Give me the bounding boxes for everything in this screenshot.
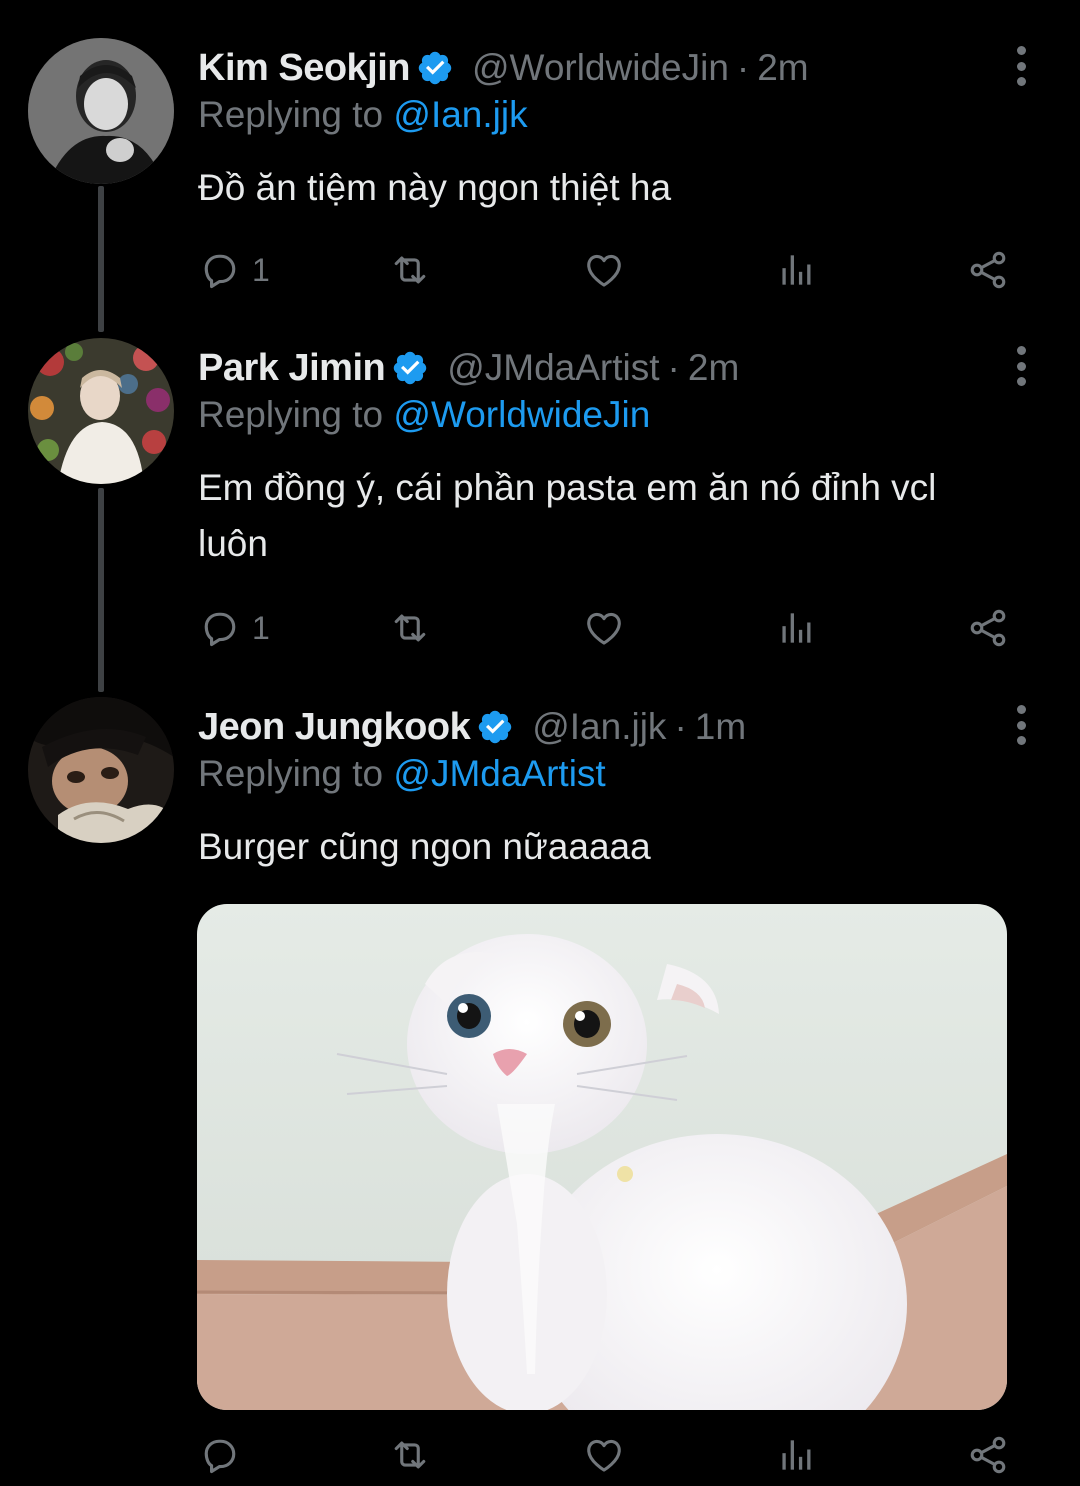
- share-icon: [966, 1433, 1010, 1477]
- tweet-text: Burger cũng ngon nữaaaaa: [198, 826, 651, 867]
- display-name[interactable]: Park Jimin: [198, 347, 386, 390]
- share-icon: [966, 606, 1010, 650]
- like-icon: [582, 606, 626, 650]
- avatar[interactable]: [28, 38, 174, 184]
- retweet-icon: [388, 1433, 432, 1477]
- action-bar: 1: [198, 604, 1018, 652]
- like-button[interactable]: [582, 1431, 626, 1479]
- timestamp[interactable]: 2m: [757, 47, 808, 89]
- retweet-button[interactable]: [388, 1431, 432, 1479]
- tweet-kim-seokjin[interactable]: Kim Seokjin @WorldwideJin · 2m Replying …: [0, 38, 1080, 318]
- replying-to-label: Replying to: [198, 394, 384, 435]
- views-icon: [774, 1433, 818, 1477]
- replying-to-mention[interactable]: @JMdaArtist: [393, 753, 605, 794]
- replying-to-mention[interactable]: @WorldwideJin: [393, 394, 650, 435]
- like-button[interactable]: [582, 604, 626, 652]
- replying-to-label: Replying to: [198, 94, 384, 135]
- reply-count: 1: [252, 251, 270, 288]
- separator-dot: ·: [667, 347, 680, 388]
- views-icon: [774, 606, 818, 650]
- share-icon: [966, 248, 1010, 292]
- replying-to-line: Replying to @JMdaArtist: [198, 753, 606, 795]
- tweet-text: Đồ ăn tiệm này ngon thiệt ha: [198, 167, 672, 208]
- reply-icon: [198, 248, 242, 292]
- user-handle[interactable]: @JMdaArtist: [447, 347, 659, 389]
- reply-button[interactable]: [198, 1431, 252, 1479]
- user-handle[interactable]: @Ian.jjk: [532, 706, 666, 748]
- display-name[interactable]: Jeon Jungkook: [198, 706, 471, 749]
- user-handle[interactable]: @WorldwideJin: [472, 47, 729, 89]
- timestamp[interactable]: 2m: [688, 347, 739, 389]
- display-name[interactable]: Kim Seokjin: [198, 47, 411, 90]
- views-button[interactable]: [774, 604, 818, 652]
- reply-count: 1: [252, 609, 270, 646]
- action-bar: 1: [198, 246, 1018, 294]
- tweet-park-jimin[interactable]: Park Jimin @JMdaArtist · 2m Replying to …: [0, 338, 1080, 668]
- views-button[interactable]: [774, 1431, 818, 1479]
- share-button[interactable]: [966, 604, 1010, 652]
- retweet-button[interactable]: [388, 246, 432, 294]
- retweet-button[interactable]: [388, 604, 432, 652]
- tweet-text: Em đồng ý, cái phần pasta em ăn nó đỉnh …: [198, 467, 937, 564]
- verified-icon: [476, 708, 514, 746]
- retweet-icon: [388, 606, 432, 650]
- retweet-icon: [388, 248, 432, 292]
- white-cat-photo: [197, 904, 1007, 1410]
- avatar[interactable]: [28, 697, 174, 843]
- tweet-media-image[interactable]: [197, 904, 1007, 1410]
- views-button[interactable]: [774, 246, 818, 294]
- verified-icon: [391, 349, 429, 387]
- verified-icon: [416, 49, 454, 87]
- replying-to-line: Replying to @Ian.jjk: [198, 94, 528, 136]
- action-bar: [198, 1431, 1018, 1479]
- timestamp[interactable]: 1m: [695, 706, 746, 748]
- more-icon[interactable]: [1006, 346, 1036, 386]
- share-button[interactable]: [966, 1431, 1010, 1479]
- views-icon: [774, 248, 818, 292]
- replying-to-label: Replying to: [198, 753, 384, 794]
- reply-button[interactable]: 1: [198, 246, 270, 294]
- avatar[interactable]: [28, 338, 174, 484]
- reply-button[interactable]: 1: [198, 604, 270, 652]
- like-icon: [582, 1433, 626, 1477]
- reply-icon: [198, 1433, 242, 1477]
- like-icon: [582, 248, 626, 292]
- share-button[interactable]: [966, 246, 1010, 294]
- more-icon[interactable]: [1006, 705, 1036, 745]
- more-icon[interactable]: [1006, 46, 1036, 86]
- reply-icon: [198, 606, 242, 650]
- separator-dot: ·: [674, 706, 687, 747]
- replying-to-line: Replying to @WorldwideJin: [198, 394, 650, 436]
- separator-dot: ·: [736, 47, 750, 88]
- like-button[interactable]: [582, 246, 626, 294]
- replying-to-mention[interactable]: @Ian.jjk: [393, 94, 527, 135]
